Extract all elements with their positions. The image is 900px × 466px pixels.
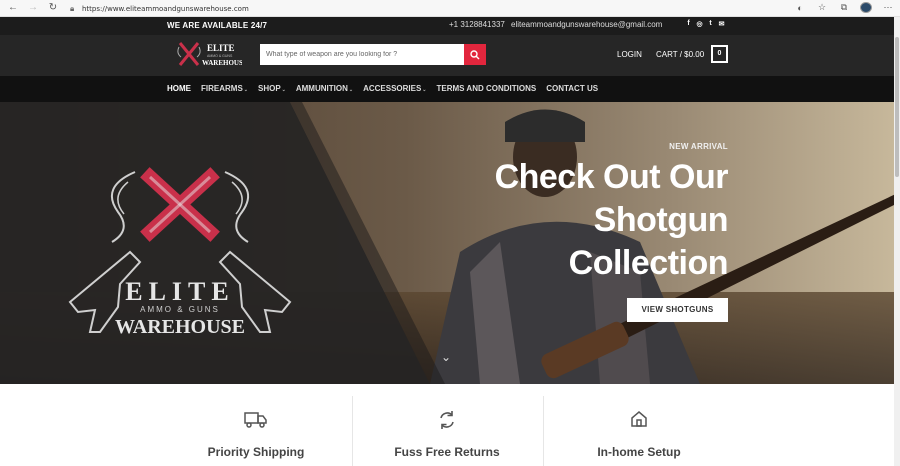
chevron-down-icon: ⌄ bbox=[422, 87, 427, 93]
hero-background: ELITE AMMO & GUNS WAREHOUSE bbox=[0, 102, 900, 384]
hero-eyebrow: NEW ARRIVAL bbox=[669, 142, 728, 151]
more-icon[interactable]: ⋯ bbox=[882, 2, 894, 13]
site-logo[interactable]: ELITE AMMO & GUNS WAREHOUSE bbox=[176, 39, 242, 71]
nav-item-home[interactable]: HOME bbox=[167, 84, 191, 93]
chevron-down-icon: ⌄ bbox=[281, 87, 286, 93]
facebook-icon[interactable]: f bbox=[685, 20, 692, 28]
site-header: ELITE AMMO & GUNS WAREHOUSE LOGIN CART /… bbox=[0, 35, 900, 76]
lock-icon[interactable]: 🔒︎ bbox=[70, 4, 82, 14]
collections-icon[interactable]: ⧉ bbox=[838, 2, 850, 13]
page-scrollbar[interactable] bbox=[894, 17, 900, 466]
nav-item-ammunition[interactable]: AMMUNITION⌄ bbox=[296, 84, 353, 93]
feature-priority-shipping: Priority Shipping bbox=[166, 384, 346, 466]
main-nav: HOME FIREARMS⌄ SHOP⌄ AMMUNITION⌄ ACCESSO… bbox=[0, 76, 900, 102]
returns-icon bbox=[440, 411, 454, 429]
url-text[interactable]: https://www.eliteammoandgunswarehouse.co… bbox=[82, 5, 249, 13]
login-link[interactable]: LOGIN bbox=[617, 50, 642, 59]
logo-text-elite: ELITE bbox=[207, 43, 235, 53]
nav-item-contact[interactable]: CONTACT US bbox=[546, 84, 598, 93]
profile-icon[interactable] bbox=[860, 2, 872, 13]
nav-item-terms[interactable]: TERMS AND CONDITIONS bbox=[437, 84, 537, 93]
nav-item-accessories[interactable]: ACCESSORIES⌄ bbox=[363, 84, 426, 93]
feature-in-home-setup: In-home Setup bbox=[549, 384, 729, 466]
availability-text: WE ARE AVAILABLE 24/7 bbox=[167, 21, 268, 30]
feature-fuss-free-returns: Fuss Free Returns bbox=[357, 384, 537, 466]
nav-item-firearms[interactable]: FIREARMS⌄ bbox=[201, 84, 248, 93]
hero-headline: Check Out Our Shotgun Collection bbox=[494, 158, 729, 282]
hero-logo-warehouse: WAREHOUSE bbox=[115, 316, 245, 338]
search-icon bbox=[470, 49, 480, 59]
feature-divider bbox=[352, 396, 353, 466]
truck-icon bbox=[244, 412, 267, 428]
mail-icon[interactable]: ✉ bbox=[718, 20, 725, 28]
tracking-icon[interactable]: ◐ bbox=[794, 3, 806, 13]
feature-divider bbox=[543, 396, 544, 466]
top-bar: WE ARE AVAILABLE 24/7 +1 3128841337 elit… bbox=[0, 17, 900, 35]
chevron-down-icon[interactable]: ⌄ bbox=[441, 350, 451, 364]
phone-link[interactable]: +1 3128841337 bbox=[449, 20, 505, 29]
cart-count-badge[interactable]: 0 bbox=[711, 45, 728, 63]
search-form bbox=[260, 44, 486, 65]
logo-text-warehouse: WAREHOUSE bbox=[202, 59, 242, 67]
twitter-icon[interactable]: t bbox=[707, 20, 714, 28]
home-icon bbox=[631, 411, 647, 427]
back-icon[interactable]: ← bbox=[6, 1, 20, 15]
hero-logo-middle: AMMO & GUNS bbox=[140, 305, 220, 314]
chevron-down-icon: ⌄ bbox=[243, 87, 248, 93]
email-link[interactable]: eliteammoandgunswarehouse@gmail.com bbox=[511, 20, 662, 29]
features-row: Priority Shipping Fuss Free Returns In-h… bbox=[0, 384, 900, 466]
cart-link[interactable]: CART / $0.00 bbox=[656, 50, 704, 59]
hero-banner: ELITE AMMO & GUNS WAREHOUSE NEW ARRIVAL … bbox=[0, 102, 900, 384]
feature-label: In-home Setup bbox=[597, 445, 681, 459]
forward-icon[interactable]: → bbox=[26, 1, 40, 15]
favorites-icon[interactable]: ☆ bbox=[816, 2, 828, 13]
feature-label: Fuss Free Returns bbox=[394, 445, 500, 459]
search-input[interactable] bbox=[260, 44, 464, 65]
reload-icon[interactable]: ↻ bbox=[46, 1, 60, 15]
view-shotguns-button[interactable]: VIEW SHOTGUNS bbox=[627, 298, 728, 322]
chevron-down-icon: ⌄ bbox=[348, 87, 354, 93]
instagram-icon[interactable]: ◎ bbox=[696, 20, 703, 28]
feature-label: Priority Shipping bbox=[207, 445, 305, 459]
hero-logo-elite: ELITE bbox=[125, 277, 235, 306]
nav-item-shop[interactable]: SHOP⌄ bbox=[258, 84, 286, 93]
search-button[interactable] bbox=[464, 44, 486, 65]
social-links: f ◎ t ✉ bbox=[685, 20, 725, 28]
scrollbar-thumb[interactable] bbox=[895, 37, 899, 177]
browser-toolbar: ← → ↻ 🔒︎ https://www.eliteammoandgunswar… bbox=[0, 0, 900, 17]
address-bar[interactable]: 🔒︎ https://www.eliteammoandgunswarehouse… bbox=[70, 2, 790, 15]
logo-text-middle: AMMO & GUNS bbox=[207, 54, 233, 58]
